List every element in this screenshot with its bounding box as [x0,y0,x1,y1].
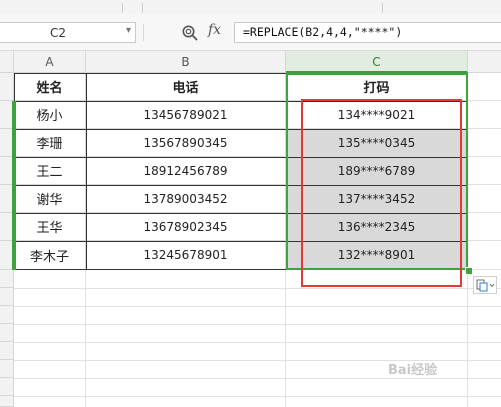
row-header[interactable] [0,324,14,342]
row-header[interactable] [0,378,14,396]
dropdown-arrow-icon[interactable]: ▾ [126,25,131,36]
column-header-d[interactable] [468,51,501,73]
table-borders [14,73,468,270]
row-header[interactable] [0,396,14,407]
row-header[interactable] [0,342,14,360]
divider [143,24,144,41]
select-all-corner[interactable] [0,51,14,73]
toolbar-strip [0,0,501,15]
row-header[interactable] [0,157,14,185]
toolbar-segment [122,3,143,13]
fx-icon[interactable]: fx [208,22,221,38]
name-box-value: C2 [49,26,66,40]
row-header[interactable] [0,270,14,288]
column-header-b[interactable]: B [86,51,286,73]
row-header[interactable] [0,213,14,241]
zoom-icon[interactable] [181,24,199,42]
formula-bar: C2 ▾ fx =REPLACE(B2,4,4,"****") [0,14,501,51]
toolbar-segment [142,3,383,13]
name-box[interactable]: C2 ▾ [0,22,136,43]
paste-options-icon[interactable] [473,276,497,294]
row-header[interactable] [0,241,14,270]
watermark: Bai经验 [388,363,438,378]
column-header-a[interactable]: A [14,51,86,73]
row-header[interactable] [0,360,14,378]
row-header[interactable] [0,306,14,324]
toolbar-segment [0,3,123,13]
fill-handle[interactable] [465,267,473,275]
column-header-c[interactable]: C [286,51,468,73]
formula-input[interactable]: =REPLACE(B2,4,4,"****") [234,22,501,43]
row-header[interactable] [0,101,14,129]
row-header[interactable] [0,185,14,213]
row-header[interactable] [0,288,14,306]
row-header[interactable] [0,129,14,157]
row-header[interactable] [0,73,14,101]
formula-text: =REPLACE(B2,4,4,"****") [243,25,403,39]
